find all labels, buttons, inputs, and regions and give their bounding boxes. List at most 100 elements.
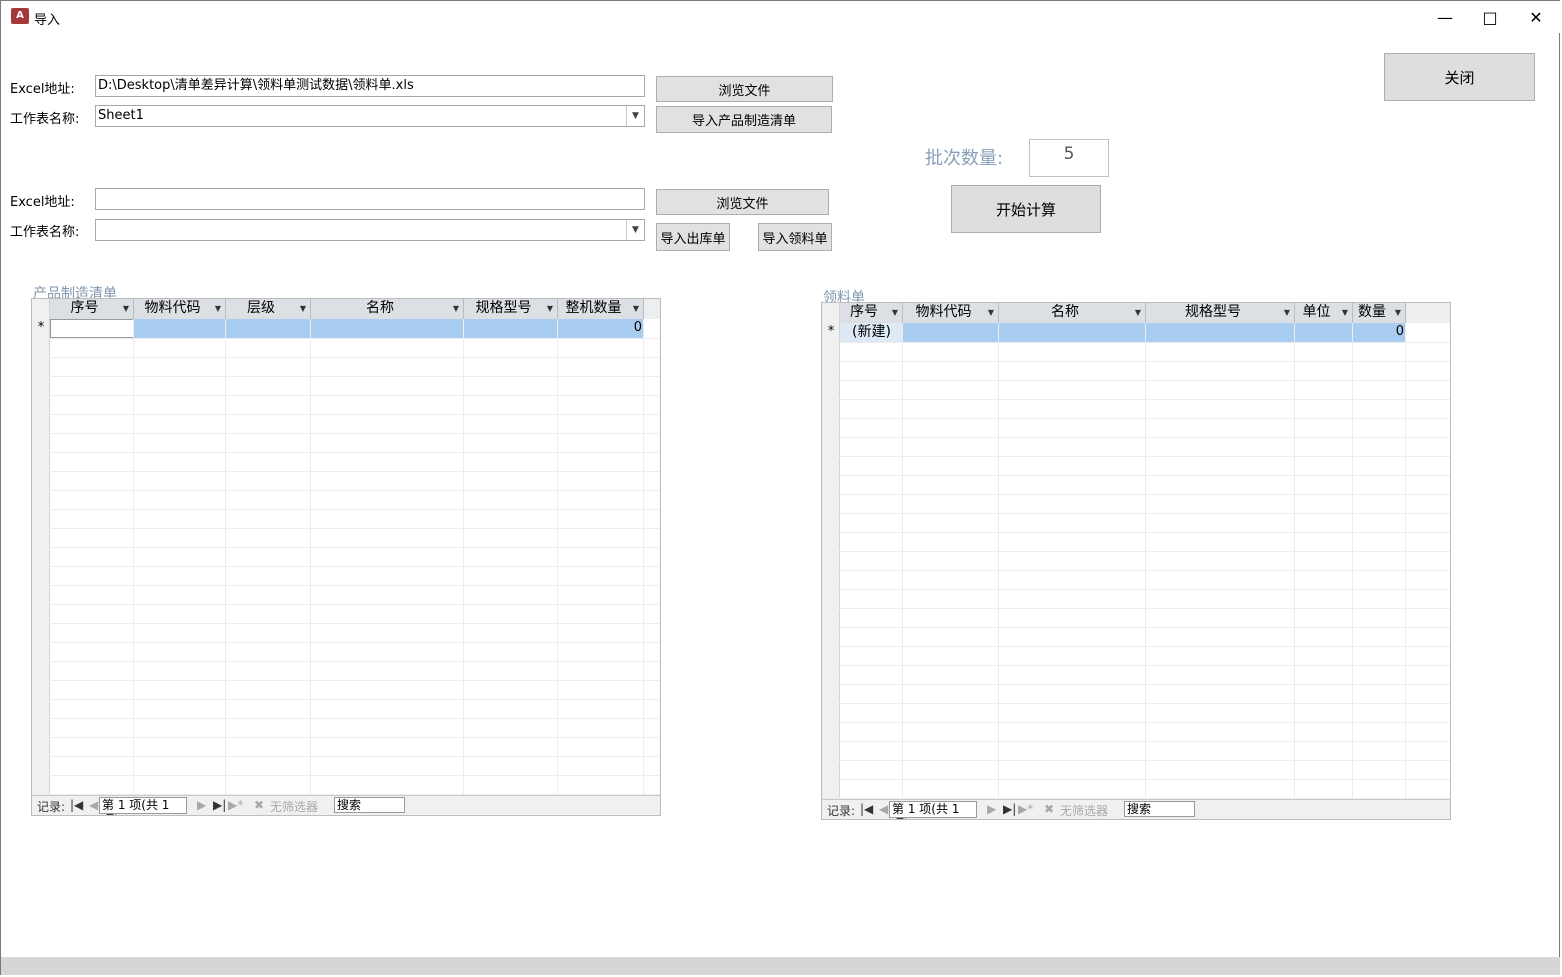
record-label: 记录: (827, 804, 856, 818)
grid-row-line (32, 376, 660, 377)
no-filter-label[interactable]: 无筛选器 (270, 798, 318, 815)
record-position-input[interactable]: 第 1 项(共 1 项) (99, 797, 187, 815)
grid-row-line (822, 589, 1450, 590)
grid-row-line (32, 604, 660, 605)
grid-row-line (822, 532, 1450, 533)
excel-address-input-1[interactable]: D:\Desktop\清单差异计算\领料单测试数据\领料单.xls (95, 75, 645, 97)
grid-row-line (822, 760, 1450, 761)
chevron-down-icon[interactable]: ▼ (626, 220, 644, 240)
import-picking-button[interactable]: 导入领料单 (758, 223, 832, 251)
grid-row-line (822, 570, 1450, 571)
grid-row-line (32, 509, 660, 510)
grid-row-line (822, 741, 1450, 742)
batch-quantity-input[interactable]: 5 (1029, 139, 1109, 177)
bom-col-spec[interactable]: 规格型号 ▼ (464, 299, 558, 319)
pick-new-row-highlight[interactable] (840, 323, 1406, 342)
bom-col-level[interactable]: 层级 ▼ (226, 299, 311, 319)
grid-row-line (32, 566, 660, 567)
bom-col-material-code[interactable]: 物料代码 ▼ (134, 299, 226, 319)
bom-datasheet[interactable]: 序号 ▼ 物料代码 ▼ 层级 ▼ 名称 ▼ 规格型号 ▼ 整机数量 ▼ * 0 记录: |◀… (31, 298, 661, 816)
grid-row-line (32, 433, 660, 434)
grid-search-input[interactable]: 搜索 (1124, 801, 1195, 817)
grid-col-line (557, 319, 558, 797)
grid-row-line (32, 395, 660, 396)
pick-col-unit[interactable]: 单位 ▼ (1295, 303, 1353, 323)
grid-row-line (822, 494, 1450, 495)
grid-col-line (643, 319, 644, 797)
grid-row-line (32, 737, 660, 738)
first-record-icon[interactable]: |◀ (70, 798, 83, 812)
grid-col-line (1145, 323, 1146, 801)
next-record-icon[interactable]: ▶ (197, 798, 206, 812)
picking-datasheet[interactable]: 序号 ▼ 物料代码 ▼ 名称 ▼ 规格型号 ▼ 单位 ▼ 数量 ▼ * (新建) 0 记录:… (821, 302, 1451, 820)
pick-col-material-code[interactable]: 物料代码 ▼ (903, 303, 999, 323)
pick-col-seq[interactable]: 序号 ▼ (840, 303, 903, 323)
prev-record-icon[interactable]: ◀ (879, 802, 888, 816)
filter-icon[interactable]: ✖ (254, 798, 264, 812)
grid-row-line (32, 490, 660, 491)
grid-row-line (822, 342, 1450, 343)
last-record-icon[interactable]: ▶| (213, 798, 226, 812)
grid-col-line (133, 319, 134, 797)
chevron-down-icon[interactable]: ▼ (626, 106, 644, 126)
grid-row-line (32, 357, 660, 358)
bom-col-seq[interactable]: 序号 ▼ (50, 299, 134, 319)
pick-new-qty-cell[interactable]: 0 (1353, 323, 1406, 342)
minimize-icon[interactable]: — (1422, 1, 1468, 33)
grid-row-line (32, 661, 660, 662)
grid-row-line (822, 361, 1450, 362)
pick-new-seq-cell[interactable]: (新建) (840, 323, 903, 342)
grid-row-line (822, 722, 1450, 723)
grid-row-line (32, 528, 660, 529)
excel-address-label-1: Excel地址: (10, 82, 75, 97)
import-bom-button[interactable]: 导入产品制造清单 (656, 106, 832, 133)
bom-new-seq-cell[interactable] (50, 319, 134, 338)
record-position-input[interactable]: 第 1 项(共 1 项) (889, 801, 977, 819)
grid-row-line (32, 585, 660, 586)
grid-row-line (822, 551, 1450, 552)
grid-search-input[interactable]: 搜索 (334, 797, 405, 813)
pick-col-qty[interactable]: 数量 ▼ (1353, 303, 1406, 323)
grid-row-line (822, 437, 1450, 438)
record-label: 记录: (37, 800, 66, 814)
close-button[interactable]: 关闭 (1384, 53, 1535, 101)
browse-file-button-2[interactable]: 浏览文件 (656, 189, 829, 215)
grid-col-line (310, 319, 311, 797)
new-record-icon[interactable]: ▶* (228, 798, 243, 812)
grid-row-line (822, 703, 1450, 704)
filter-icon[interactable]: ✖ (1044, 802, 1054, 816)
sheet-name-combo-1[interactable]: Sheet1 ▼ (95, 105, 645, 127)
pick-col-spec[interactable]: 规格型号 ▼ (1146, 303, 1295, 323)
pick-col-name[interactable]: 名称 ▼ (999, 303, 1146, 323)
grid-col-line (998, 323, 999, 801)
last-record-icon[interactable]: ▶| (1003, 802, 1016, 816)
start-calculation-button[interactable]: 开始计算 (951, 185, 1101, 233)
grid-row-line (32, 414, 660, 415)
no-filter-label[interactable]: 无筛选器 (1060, 802, 1108, 819)
excel-address-input-2[interactable] (95, 188, 645, 210)
new-record-icon[interactable]: ▶* (1018, 802, 1033, 816)
grid-row-line (32, 642, 660, 643)
grid-col-line (1405, 323, 1406, 801)
maximize-icon[interactable]: □ (1467, 1, 1513, 33)
window-title: 导入 (34, 13, 61, 28)
first-record-icon[interactable]: |◀ (860, 802, 873, 816)
grid-col-line (1352, 323, 1353, 801)
sheet-name-label-1: 工作表名称: (10, 112, 80, 127)
prev-record-icon[interactable]: ◀ (89, 798, 98, 812)
next-record-icon[interactable]: ▶ (987, 802, 996, 816)
close-icon[interactable]: ✕ (1513, 1, 1559, 33)
grid-col-line (225, 319, 226, 797)
bom-col-qty[interactable]: 整机数量 ▼ (558, 299, 644, 319)
grid-col-line (902, 323, 903, 801)
sheet-name-combo-2[interactable]: ▼ (95, 219, 645, 241)
grid-row-line (32, 756, 660, 757)
grid-row-line (32, 547, 660, 548)
bom-col-name[interactable]: 名称 ▼ (311, 299, 464, 319)
import-outbound-button[interactable]: 导入出库单 (656, 223, 730, 251)
grid-row-line (32, 699, 660, 700)
browse-file-button-1[interactable]: 浏览文件 (656, 76, 833, 102)
bom-new-qty-cell[interactable]: 0 (558, 319, 644, 338)
grid-row-line (32, 623, 660, 624)
status-strip (1, 957, 1560, 975)
